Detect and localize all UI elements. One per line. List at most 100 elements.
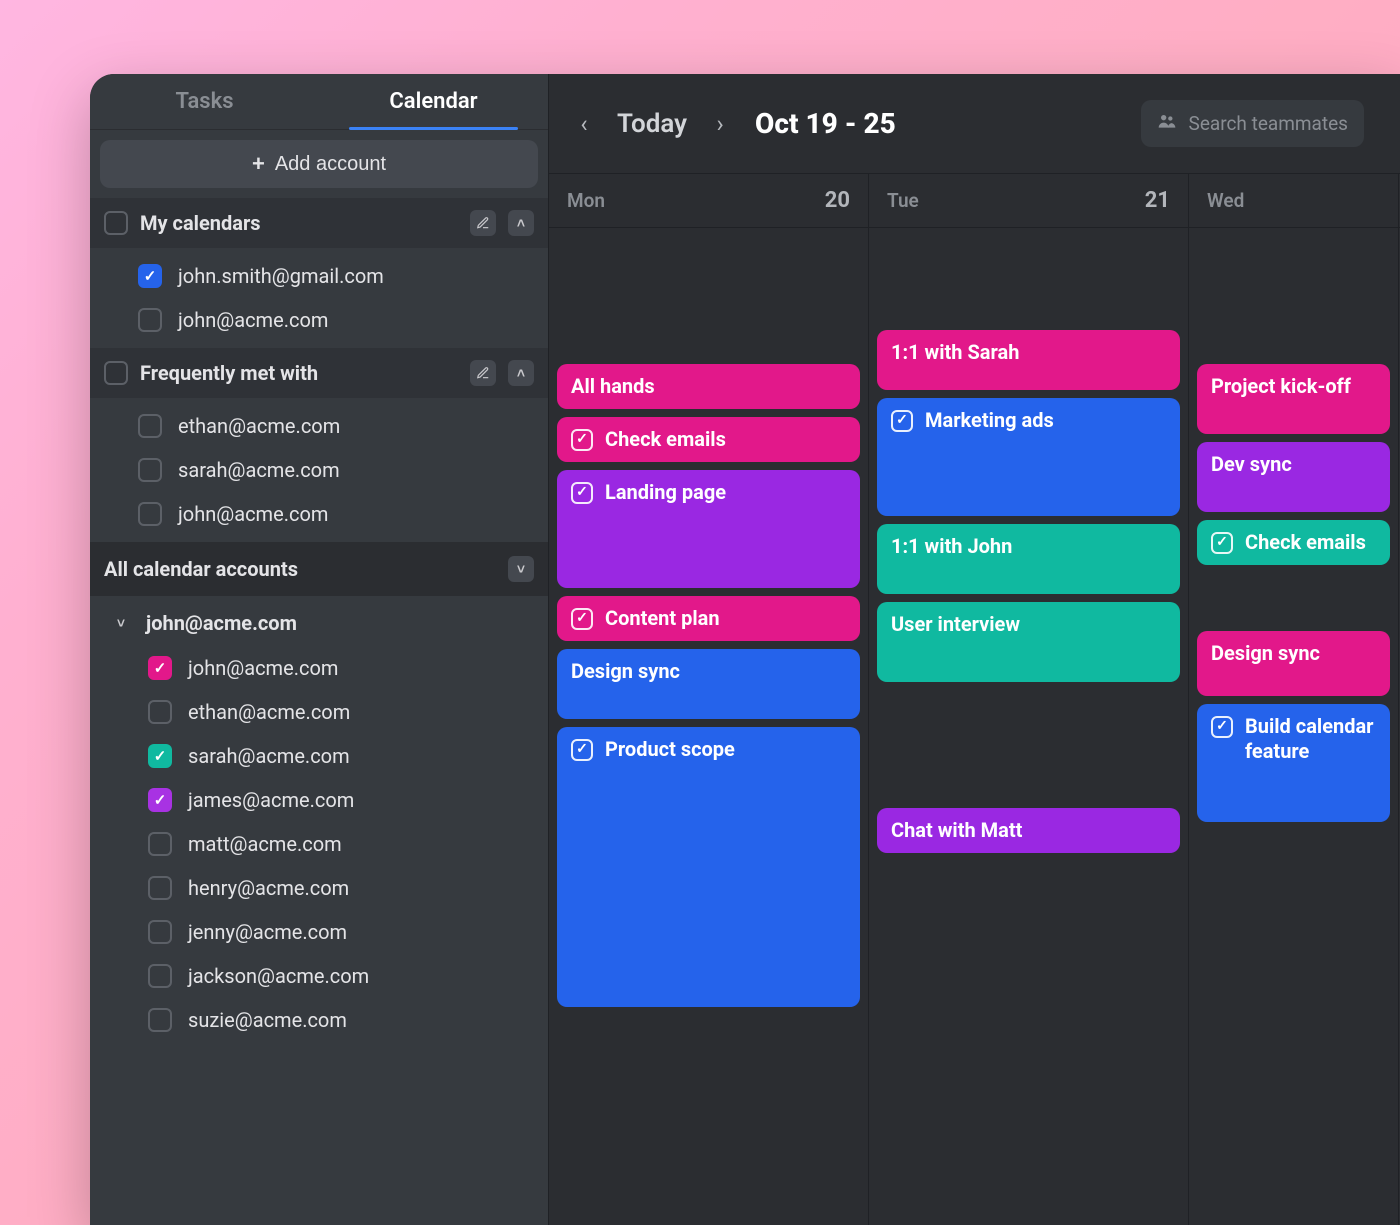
event-title: 1:1 with Sarah (891, 340, 1019, 365)
event-checkbox[interactable] (571, 482, 593, 504)
main-content: ‹ Today › Oct 19 - 25 Search teammates M… (548, 74, 1400, 1225)
search-teammates-input[interactable]: Search teammates (1141, 100, 1364, 147)
event-title: Check emails (605, 427, 726, 452)
day-name: Wed (1207, 189, 1244, 212)
chevron-up-icon[interactable] (508, 360, 534, 386)
event-checkbox[interactable] (1211, 532, 1233, 554)
calendar-checkbox[interactable] (148, 920, 172, 944)
calendar-checkbox[interactable] (148, 656, 172, 680)
event[interactable]: Content plan (557, 596, 860, 641)
event-checkbox[interactable] (1211, 716, 1233, 738)
toolbar: ‹ Today › Oct 19 - 25 Search teammates (549, 74, 1400, 174)
sidebar-tabs: Tasks Calendar (90, 74, 548, 130)
calendar-label: jenny@acme.com (188, 920, 347, 944)
calendar-checkbox[interactable] (138, 414, 162, 438)
event[interactable]: User interview (877, 602, 1180, 682)
plus-icon (252, 151, 265, 177)
chevron-down-icon[interactable] (108, 610, 134, 636)
calendar-item[interactable]: john.smith@gmail.com (90, 254, 548, 298)
tab-tasks[interactable]: Tasks (90, 74, 319, 129)
calendar-item[interactable]: james@acme.com (90, 778, 548, 822)
chevron-up-icon[interactable] (508, 210, 534, 236)
event[interactable]: Build calendar feature (1197, 704, 1390, 822)
day-number: 21 (1145, 188, 1170, 213)
event[interactable]: 1:1 with John (877, 524, 1180, 594)
event-checkbox[interactable] (891, 410, 913, 432)
calendar-item[interactable]: john@acme.com (90, 492, 548, 536)
add-account-button[interactable]: Add account (100, 140, 538, 188)
event[interactable]: Landing page (557, 470, 860, 588)
calendar-item[interactable]: matt@acme.com (90, 822, 548, 866)
event-title: Design sync (1211, 641, 1320, 666)
next-week-button[interactable]: › (709, 113, 731, 135)
group-body-frequently: ethan@acme.com sarah@acme.com john@acme.… (90, 398, 548, 542)
event-title: All hands (571, 374, 655, 399)
event[interactable]: Check emails (1197, 520, 1390, 565)
event-title: Marketing ads (925, 408, 1054, 433)
chevron-down-icon[interactable] (508, 556, 534, 582)
event[interactable]: Dev sync (1197, 442, 1390, 512)
event[interactable]: Marketing ads (877, 398, 1180, 516)
event[interactable]: Check emails (557, 417, 860, 462)
group-header-my-calendars[interactable]: My calendars (90, 198, 548, 248)
calendar-checkbox[interactable] (148, 700, 172, 724)
calendar-item[interactable]: jackson@acme.com (90, 954, 548, 998)
calendar-checkbox[interactable] (138, 308, 162, 332)
all-accounts-title: All calendar accounts (104, 557, 298, 581)
calendar-checkbox[interactable] (148, 876, 172, 900)
event[interactable]: Product scope (557, 727, 860, 1007)
calendar-item[interactable]: suzie@acme.com (90, 998, 548, 1042)
event-checkbox[interactable] (571, 739, 593, 761)
day-column-tue[interactable]: 1:1 with Sarah Marketing ads 1:1 with Jo… (869, 228, 1189, 1225)
calendar-checkbox[interactable] (138, 502, 162, 526)
event-title: 1:1 with John (891, 534, 1012, 559)
sidebar: Tasks Calendar Add account My calendars … (90, 74, 548, 1225)
group-header-frequently[interactable]: Frequently met with (90, 348, 548, 398)
event-title: Landing page (605, 480, 726, 505)
tab-calendar[interactable]: Calendar (319, 74, 548, 129)
day-name: Tue (887, 189, 919, 212)
calendar-item[interactable]: ethan@acme.com (90, 690, 548, 734)
all-accounts-header[interactable]: All calendar accounts (90, 542, 548, 596)
all-accounts-body: john@acme.com john@acme.com ethan@acme.c… (90, 596, 548, 1042)
calendar-checkbox[interactable] (138, 458, 162, 482)
today-button[interactable]: Today (613, 109, 691, 139)
event-checkbox[interactable] (571, 429, 593, 451)
calendar-label: sarah@acme.com (188, 744, 350, 768)
pencil-icon[interactable] (470, 360, 496, 386)
event-title: Product scope (605, 737, 735, 762)
calendar-item[interactable]: john@acme.com (90, 646, 548, 690)
calendar-item[interactable]: ethan@acme.com (90, 404, 548, 448)
calendar-item[interactable]: jenny@acme.com (90, 910, 548, 954)
day-headers: Mon 20 Tue 21 Wed (549, 174, 1400, 228)
event[interactable]: Design sync (1197, 631, 1390, 696)
event[interactable]: Chat with Matt (877, 808, 1180, 853)
calendar-item[interactable]: john@acme.com (90, 298, 548, 342)
event[interactable]: Design sync (557, 649, 860, 719)
event[interactable]: All hands (557, 364, 860, 409)
event[interactable]: 1:1 with Sarah (877, 330, 1180, 390)
event-title: Project kick-off (1211, 374, 1351, 399)
group-checkbox[interactable] (104, 361, 128, 385)
calendar-checkbox[interactable] (148, 964, 172, 988)
event-title: Chat with Matt (891, 818, 1022, 843)
account-header[interactable]: john@acme.com (90, 596, 548, 646)
day-column-mon[interactable]: All hands Check emails Landing page Cont… (549, 228, 869, 1225)
calendar-item[interactable]: sarah@acme.com (90, 734, 548, 778)
event-title: User interview (891, 612, 1020, 637)
pencil-icon[interactable] (470, 210, 496, 236)
calendar-item[interactable]: sarah@acme.com (90, 448, 548, 492)
event[interactable]: Project kick-off (1197, 364, 1390, 434)
calendar-checkbox[interactable] (148, 744, 172, 768)
calendar-checkbox[interactable] (138, 264, 162, 288)
calendar-checkbox[interactable] (148, 1008, 172, 1032)
prev-week-button[interactable]: ‹ (573, 113, 595, 135)
day-column-wed[interactable]: Project kick-off Dev sync Check emails D… (1189, 228, 1399, 1225)
day-header-wed: Wed (1189, 174, 1399, 227)
group-checkbox[interactable] (104, 211, 128, 235)
calendar-checkbox[interactable] (148, 832, 172, 856)
calendar-checkbox[interactable] (148, 788, 172, 812)
day-header-tue: Tue 21 (869, 174, 1189, 227)
calendar-item[interactable]: henry@acme.com (90, 866, 548, 910)
event-checkbox[interactable] (571, 608, 593, 630)
